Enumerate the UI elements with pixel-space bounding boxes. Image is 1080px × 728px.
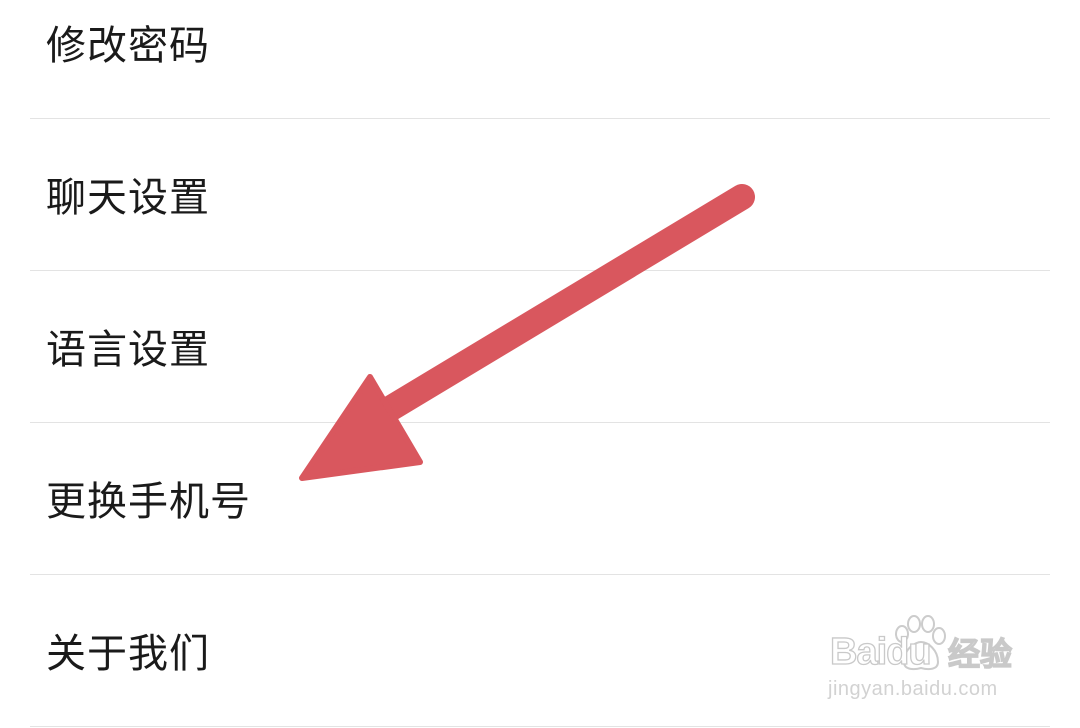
divider — [30, 574, 1050, 575]
setting-item-language-settings[interactable]: 语言设置 — [0, 272, 1080, 392]
setting-item-label: 聊天设置 — [46, 175, 210, 221]
divider — [30, 422, 1050, 423]
divider — [30, 270, 1050, 271]
setting-item-change-password[interactable]: 修改密码 — [0, 0, 1080, 88]
divider — [30, 118, 1050, 119]
setting-item-label: 修改密码 — [46, 23, 210, 69]
divider — [30, 726, 1050, 727]
setting-item-label: 语言设置 — [46, 327, 210, 373]
setting-item-label: 更换手机号 — [46, 479, 251, 525]
setting-item-about-us[interactable]: 关于我们 — [0, 576, 1080, 696]
setting-item-change-phone[interactable]: 更换手机号 — [0, 424, 1080, 544]
settings-screen: 修改密码 聊天设置 语言设置 更换手机号 关于我们 Baidu 经验 jingy… — [0, 0, 1080, 728]
setting-item-label: 关于我们 — [46, 631, 210, 677]
setting-item-chat-settings[interactable]: 聊天设置 — [0, 120, 1080, 240]
